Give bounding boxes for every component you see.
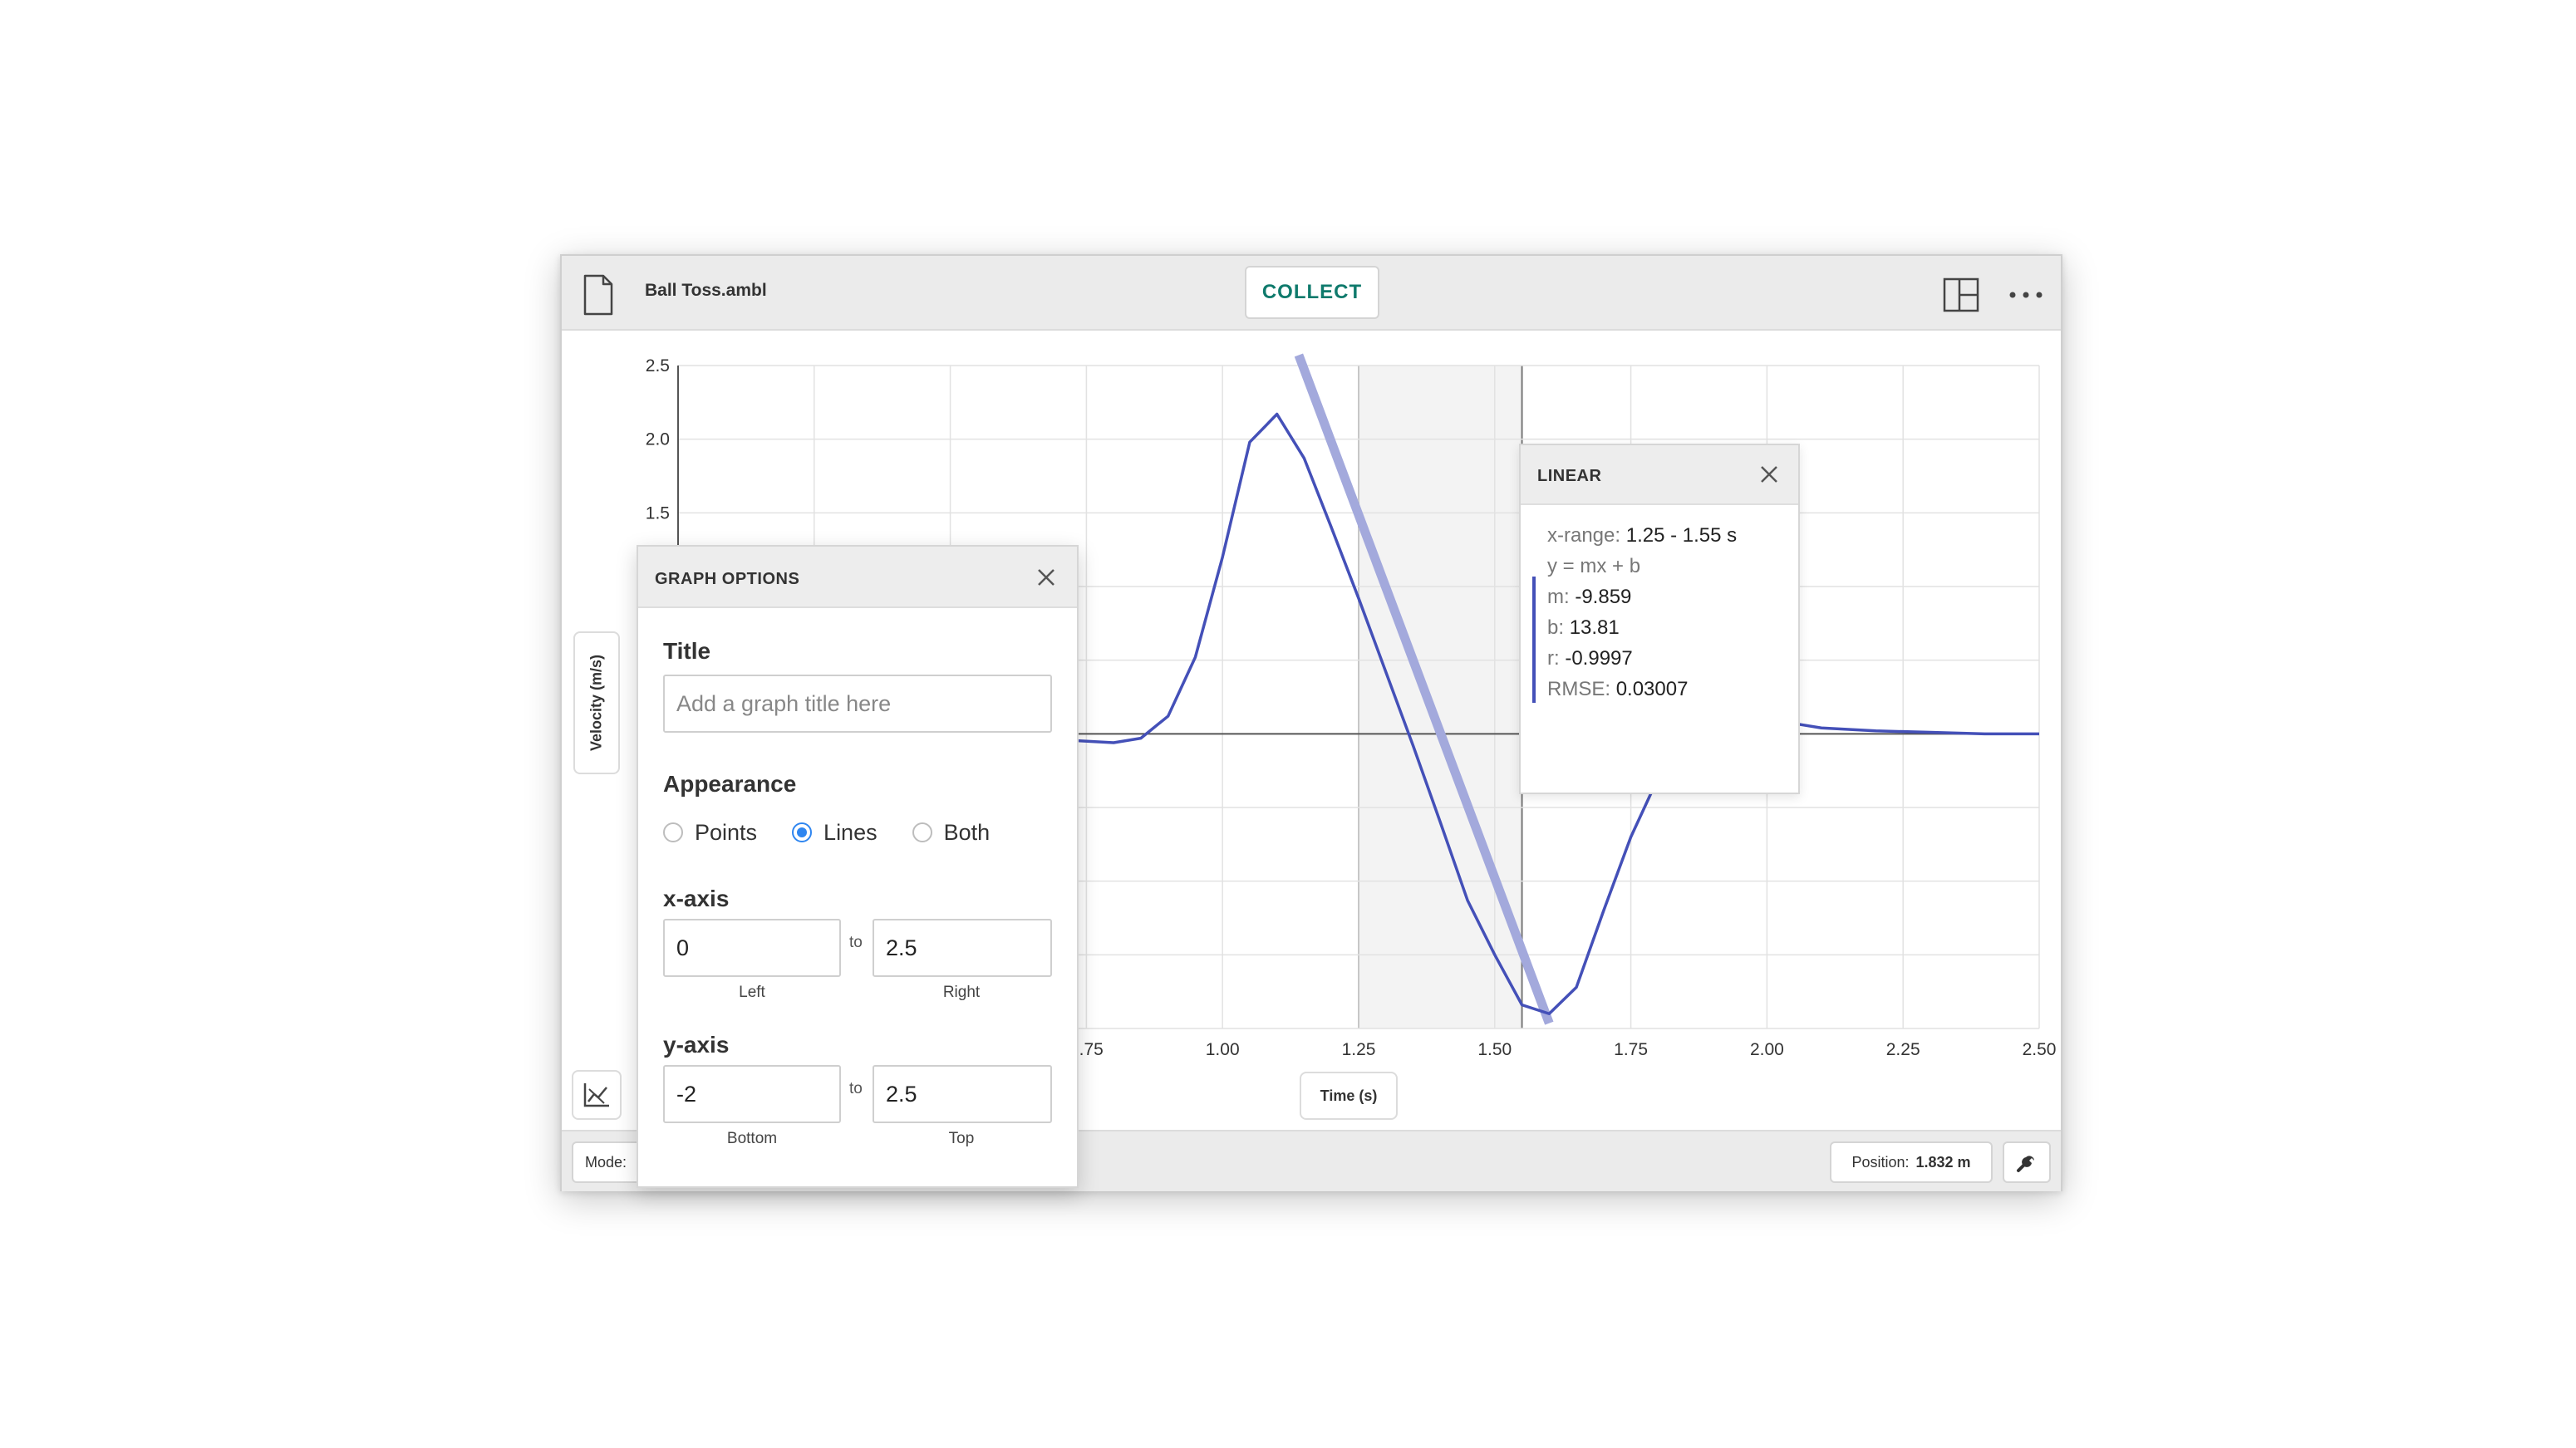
- x-tick-label: 1.50: [1477, 1040, 1512, 1059]
- y-axis-label-button[interactable]: Velocity (m/s): [573, 631, 620, 774]
- position-readout[interactable]: Position: 1.832 m: [1830, 1141, 1993, 1183]
- x-tick-label: 2.00: [1750, 1040, 1784, 1059]
- title-bar: Ball Toss.ambl COLLECT: [562, 256, 2061, 331]
- y-axis-label: Velocity (m/s): [587, 654, 605, 752]
- y-axis-section-label: y-axis: [663, 1032, 730, 1058]
- graph-options-dialog[interactable]: GRAPH OPTIONS Title Appearance Points Li…: [637, 545, 1079, 1188]
- x-tick-label: 1.75: [1614, 1040, 1648, 1059]
- appearance-lines-radio[interactable]: Lines: [792, 820, 878, 846]
- xrange-row: x-range: 1.25 - 1.55 s: [1547, 524, 1738, 547]
- wrench-icon: [2017, 1156, 2034, 1172]
- x-axis-section-label: x-axis: [663, 886, 730, 911]
- close-icon[interactable]: [1035, 567, 1057, 588]
- y-axis-bottom-caption: Bottom: [726, 1130, 778, 1147]
- linear-fit-header: LINEAR: [1521, 445, 1798, 505]
- position-value: 1.832 m: [1915, 1153, 1971, 1171]
- fit-color-indicator: [1532, 577, 1536, 703]
- rmse-row: RMSE: 0.03007: [1547, 678, 1689, 700]
- y-axis-top-caption: Top: [948, 1130, 975, 1147]
- x-tick-label: 1.00: [1206, 1040, 1240, 1059]
- appearance-points-radio[interactable]: Points: [663, 820, 757, 846]
- close-icon[interactable]: [1758, 464, 1780, 485]
- appearance-both-radio[interactable]: Both: [912, 820, 990, 846]
- graph-options-header: GRAPH OPTIONS: [638, 547, 1077, 608]
- sensor-settings-button[interactable]: [2003, 1141, 2051, 1183]
- graph-tools-button[interactable]: [572, 1070, 622, 1120]
- layout-icon[interactable]: [1943, 277, 1979, 312]
- selection-region: [1359, 366, 1522, 1028]
- y-axis-bottom-input[interactable]: [663, 1065, 841, 1123]
- x-axis-to-label: to: [849, 934, 863, 951]
- x-tick-label: 2.50: [2023, 1040, 2057, 1059]
- position-label: Position:: [1851, 1153, 1910, 1171]
- title-section-label: Title: [663, 638, 711, 664]
- y-axis-to-label: to: [849, 1080, 863, 1097]
- m-row: m: -9.859: [1547, 586, 1632, 608]
- x-axis-label-button[interactable]: Time (s): [1300, 1072, 1398, 1120]
- y-axis-top-input[interactable]: [873, 1065, 1052, 1123]
- x-tick-label: 2.25: [1886, 1040, 1920, 1059]
- x-axis-left-input[interactable]: [663, 919, 841, 977]
- appearance-section-label: Appearance: [663, 771, 797, 797]
- linear-fit-title: LINEAR: [1537, 467, 1602, 485]
- y-tick-label: 2.5: [646, 356, 670, 375]
- document-icon[interactable]: [582, 274, 615, 316]
- file-name: Ball Toss.ambl: [645, 281, 767, 300]
- linear-fit-panel[interactable]: LINEAR x-range: 1.25 - 1.55 s y = mx + b…: [1519, 444, 1800, 794]
- graph-title-input[interactable]: [663, 675, 1052, 733]
- collect-button[interactable]: COLLECT: [1245, 266, 1379, 319]
- r-row: r: -0.9997: [1547, 647, 1633, 670]
- x-tick-label: 1.25: [1342, 1040, 1376, 1059]
- y-tick-label: 2.0: [646, 430, 670, 449]
- x-axis-right-caption: Right: [942, 984, 981, 1001]
- linear-fit-stats: x-range: 1.25 - 1.55 s y = mx + b m: -9.…: [1547, 520, 1737, 704]
- x-axis-right-input[interactable]: [873, 919, 1052, 977]
- graph-analysis-icon: [583, 1083, 609, 1107]
- graph-options-title: GRAPH OPTIONS: [655, 570, 800, 588]
- x-axis-left-caption: Left: [739, 984, 765, 1001]
- more-options-icon[interactable]: [2006, 277, 2046, 312]
- b-row: b: 13.81: [1547, 616, 1620, 639]
- appearance-radio-group: Points Lines Both: [663, 816, 1025, 849]
- app-window: Ball Toss.ambl COLLECT 0.75 1.00 1.25 1.50 1…: [560, 254, 2062, 1191]
- y-tick-label: 1.5: [646, 503, 670, 523]
- equation-row: y = mx + b: [1547, 555, 1641, 577]
